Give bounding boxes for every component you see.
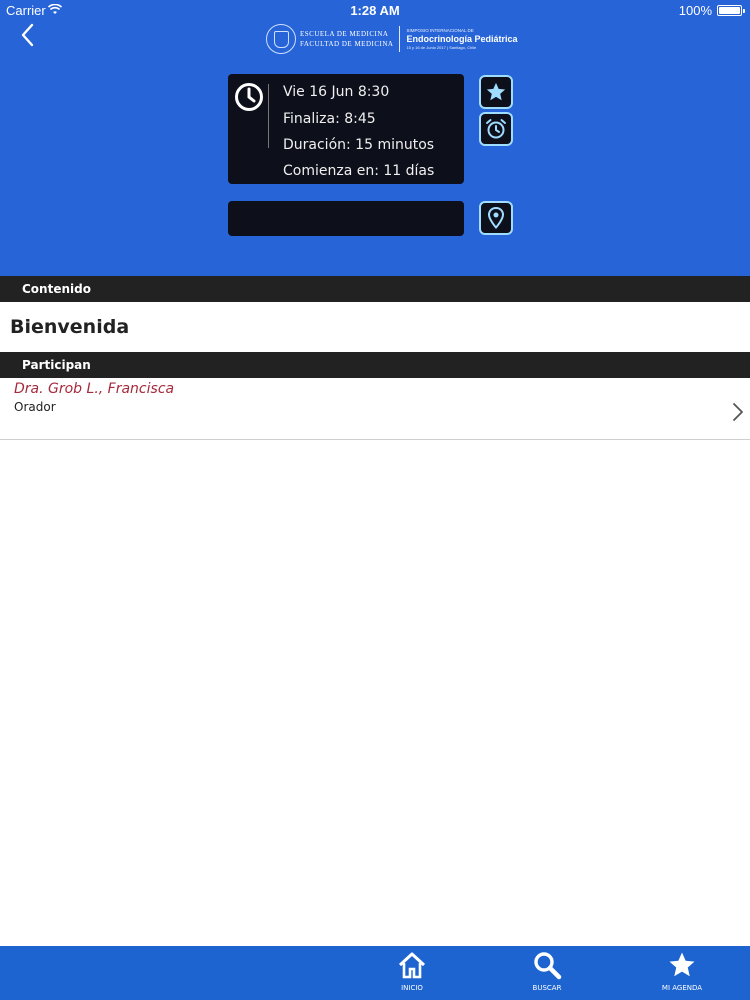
session-date: Vie 16 Jun 8:30 (283, 84, 390, 100)
session-title-row: Bienvenida (0, 302, 750, 353)
star-icon (669, 952, 695, 977)
participants-section-header: Participan (0, 352, 750, 378)
home-icon (398, 952, 426, 979)
tab-agenda[interactable]: MI AGENDA (647, 946, 717, 1000)
participant-row[interactable]: Dra. Grob L., Francisca Orador (0, 378, 750, 440)
location-button[interactable] (479, 201, 513, 235)
tab-search[interactable]: BUSCAR (512, 946, 582, 1000)
status-bar: Carrier 1:28 AM 100% (0, 0, 750, 20)
tab-agenda-label: MI AGENDA (661, 984, 703, 992)
content-section-header: Contenido (0, 276, 750, 302)
chevron-right-icon (733, 403, 743, 421)
navigation-bar: ESCUELA DE MEDICINA FACULTAD DE MEDICINA… (0, 20, 750, 58)
battery-icon (717, 5, 745, 16)
tab-home-label: INICIO (401, 984, 423, 992)
map-pin-icon (487, 206, 505, 230)
session-starts-in: Comienza en: 11 días (283, 163, 435, 179)
header-area: Carrier 1:28 AM 100% ESCUELA DE MEDICINA… (0, 0, 750, 276)
school-name: ESCUELA DE MEDICINA FACULTAD DE MEDICINA (300, 30, 394, 48)
status-time: 1:28 AM (350, 3, 400, 18)
tab-home[interactable]: INICIO (377, 946, 447, 1000)
participant-name: Dra. Grob L., Francisca (14, 381, 175, 397)
search-icon (534, 952, 562, 980)
session-duration: Duración: 15 minutos (283, 137, 435, 153)
event-logo: ESCUELA DE MEDICINA FACULTAD DE MEDICINA… (266, 20, 517, 58)
participant-role: Orador (14, 400, 56, 414)
location-field (228, 201, 464, 236)
university-seal-icon (266, 24, 296, 54)
session-title: Bienvenida (10, 316, 130, 338)
favorite-button[interactable] (479, 75, 513, 109)
session-info-card: Vie 16 Jun 8:30 Finaliza: 8:45 Duración:… (228, 74, 464, 184)
tab-search-label: BUSCAR (532, 984, 562, 992)
session-end: Finaliza: 8:45 (283, 111, 376, 127)
event-name: SIMPOSIO INTERNACIONAL DE Endocrinología… (406, 27, 518, 50)
star-icon (486, 82, 506, 101)
reminder-button[interactable] (479, 112, 513, 146)
battery-percent: 100% (678, 3, 712, 18)
alarm-clock-icon (486, 119, 506, 139)
back-chevron-icon[interactable] (18, 22, 42, 48)
tab-bar: INICIO BUSCAR MI AGENDA (0, 946, 750, 1000)
clock-icon (235, 83, 263, 111)
